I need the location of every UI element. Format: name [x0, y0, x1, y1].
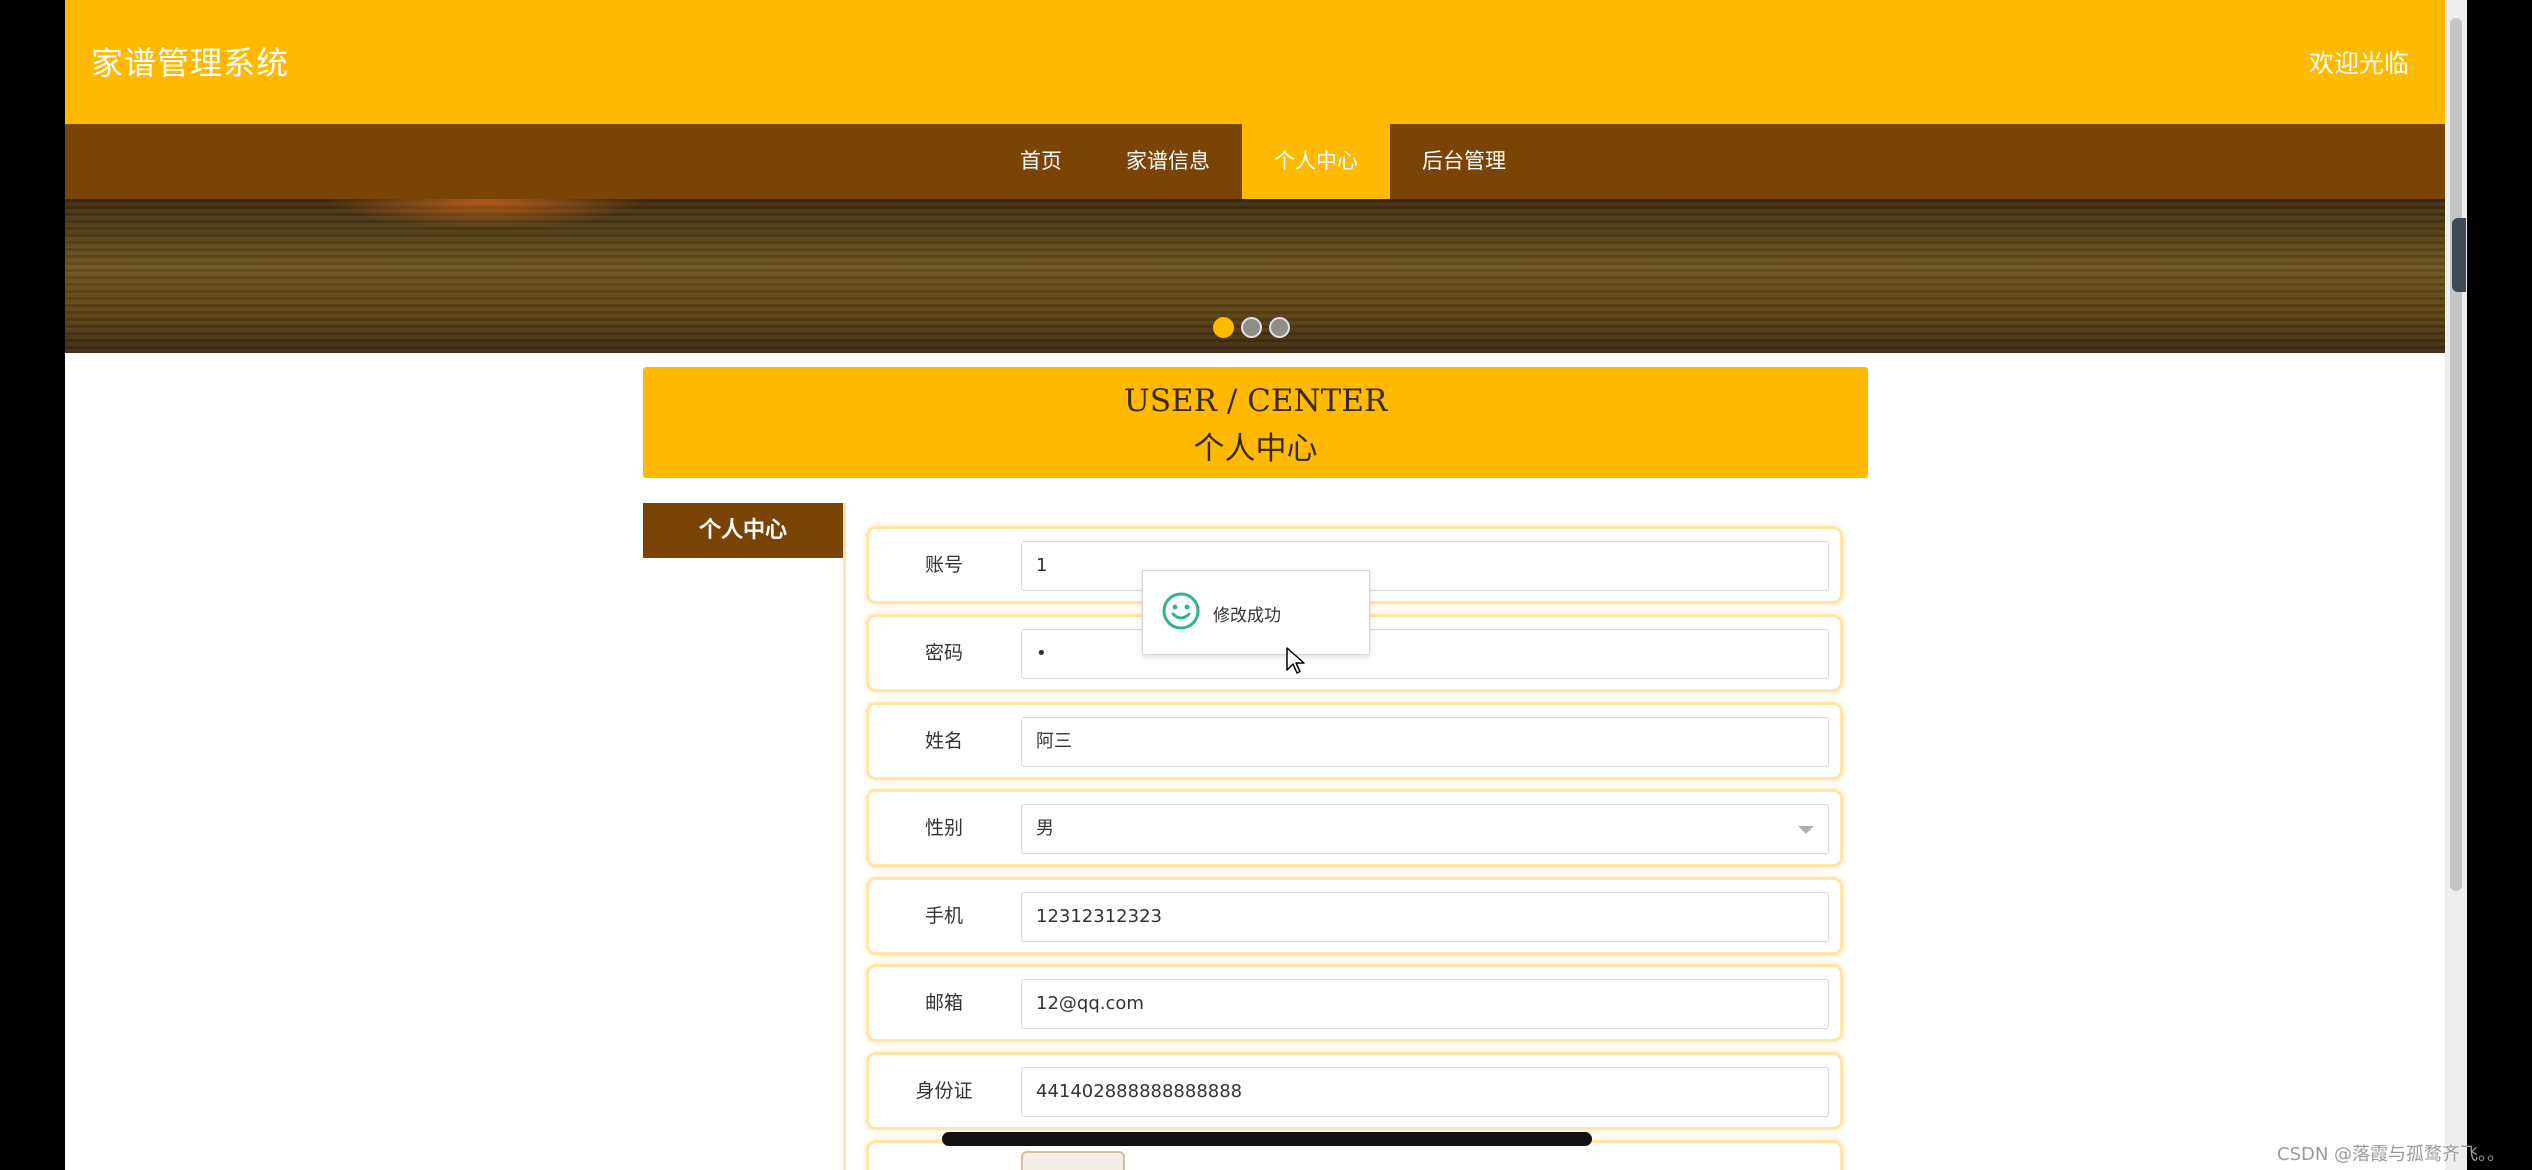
phone-input[interactable]: 12312312323: [1021, 892, 1829, 942]
watermark-text: CSDN @落霞与孤鹜齐飞。。: [2277, 1144, 2506, 1165]
page: 家谱管理系统 欢迎光临 首页 家谱信息 个人中心 后台管理 USER / CEN…: [65, 0, 2445, 1170]
chevron-down-icon: [1798, 826, 1814, 834]
sidebar-item-user-center[interactable]: 个人中心: [643, 503, 843, 558]
section-title-cn: 个人中心: [1193, 431, 1318, 467]
banner-carousel: [65, 199, 2445, 353]
carousel-dots: [1213, 317, 1290, 338]
nav-item-home[interactable]: 首页: [988, 124, 1094, 199]
name-label: 姓名: [924, 730, 963, 752]
form-row-phone: 手机 12312312323: [866, 877, 1843, 955]
site-title[interactable]: 家谱管理系统: [91, 38, 289, 84]
name-input[interactable]: 阿三: [1021, 717, 1829, 767]
main-nav: 首页 家谱信息 个人中心 后台管理: [65, 124, 2445, 199]
page-scrollbar[interactable]: [2445, 0, 2467, 1170]
id-card-input[interactable]: 441402888888888888: [1021, 1067, 1829, 1117]
password-label: 密码: [924, 642, 963, 664]
carousel-dot-3[interactable]: [1269, 317, 1290, 338]
home-indicator-bar: [942, 1132, 1592, 1146]
id-card-label: 身份证: [915, 1080, 973, 1102]
scrollbar-thumb[interactable]: [2450, 18, 2462, 891]
success-toast: 修改成功: [1142, 570, 1370, 655]
form-row-gender: 性别 男: [866, 789, 1843, 867]
gender-label: 性别: [924, 817, 963, 839]
email-label: 邮箱: [924, 992, 963, 1014]
welcome-text: 欢迎光临: [2308, 49, 2409, 78]
gender-select[interactable]: 男: [1021, 804, 1829, 854]
form-row-email: 邮箱 12@qq.com: [866, 964, 1843, 1042]
site-header: 家谱管理系统 欢迎光临: [65, 0, 2445, 124]
mouse-cursor-icon: [1286, 647, 1305, 674]
email-input[interactable]: 12@qq.com: [1021, 979, 1829, 1029]
nav-item-genealogy[interactable]: 家谱信息: [1094, 124, 1242, 199]
gender-select-value: 男: [1036, 818, 1054, 839]
toast-message: 修改成功: [1213, 606, 1281, 626]
carousel-dot-2[interactable]: [1241, 317, 1262, 338]
smile-icon: [1162, 592, 1200, 630]
section-title-en: USER / CENTER: [1123, 383, 1388, 419]
section-header: USER / CENTER 个人中心: [643, 367, 1868, 478]
photo-thumbnail[interactable]: [1021, 1151, 1125, 1170]
nav-item-admin[interactable]: 后台管理: [1390, 124, 1538, 199]
form-row-name: 姓名 阿三: [866, 702, 1843, 780]
phone-label: 手机: [924, 905, 963, 927]
sidebar: 个人中心: [643, 503, 846, 1170]
carousel-dot-1[interactable]: [1213, 317, 1234, 338]
form-row-id-card: 身份证 441402888888888888: [866, 1052, 1843, 1130]
account-label: 账号: [924, 554, 963, 576]
nav-item-user-center[interactable]: 个人中心: [1242, 124, 1390, 199]
side-panel-handle[interactable]: [2452, 218, 2466, 292]
